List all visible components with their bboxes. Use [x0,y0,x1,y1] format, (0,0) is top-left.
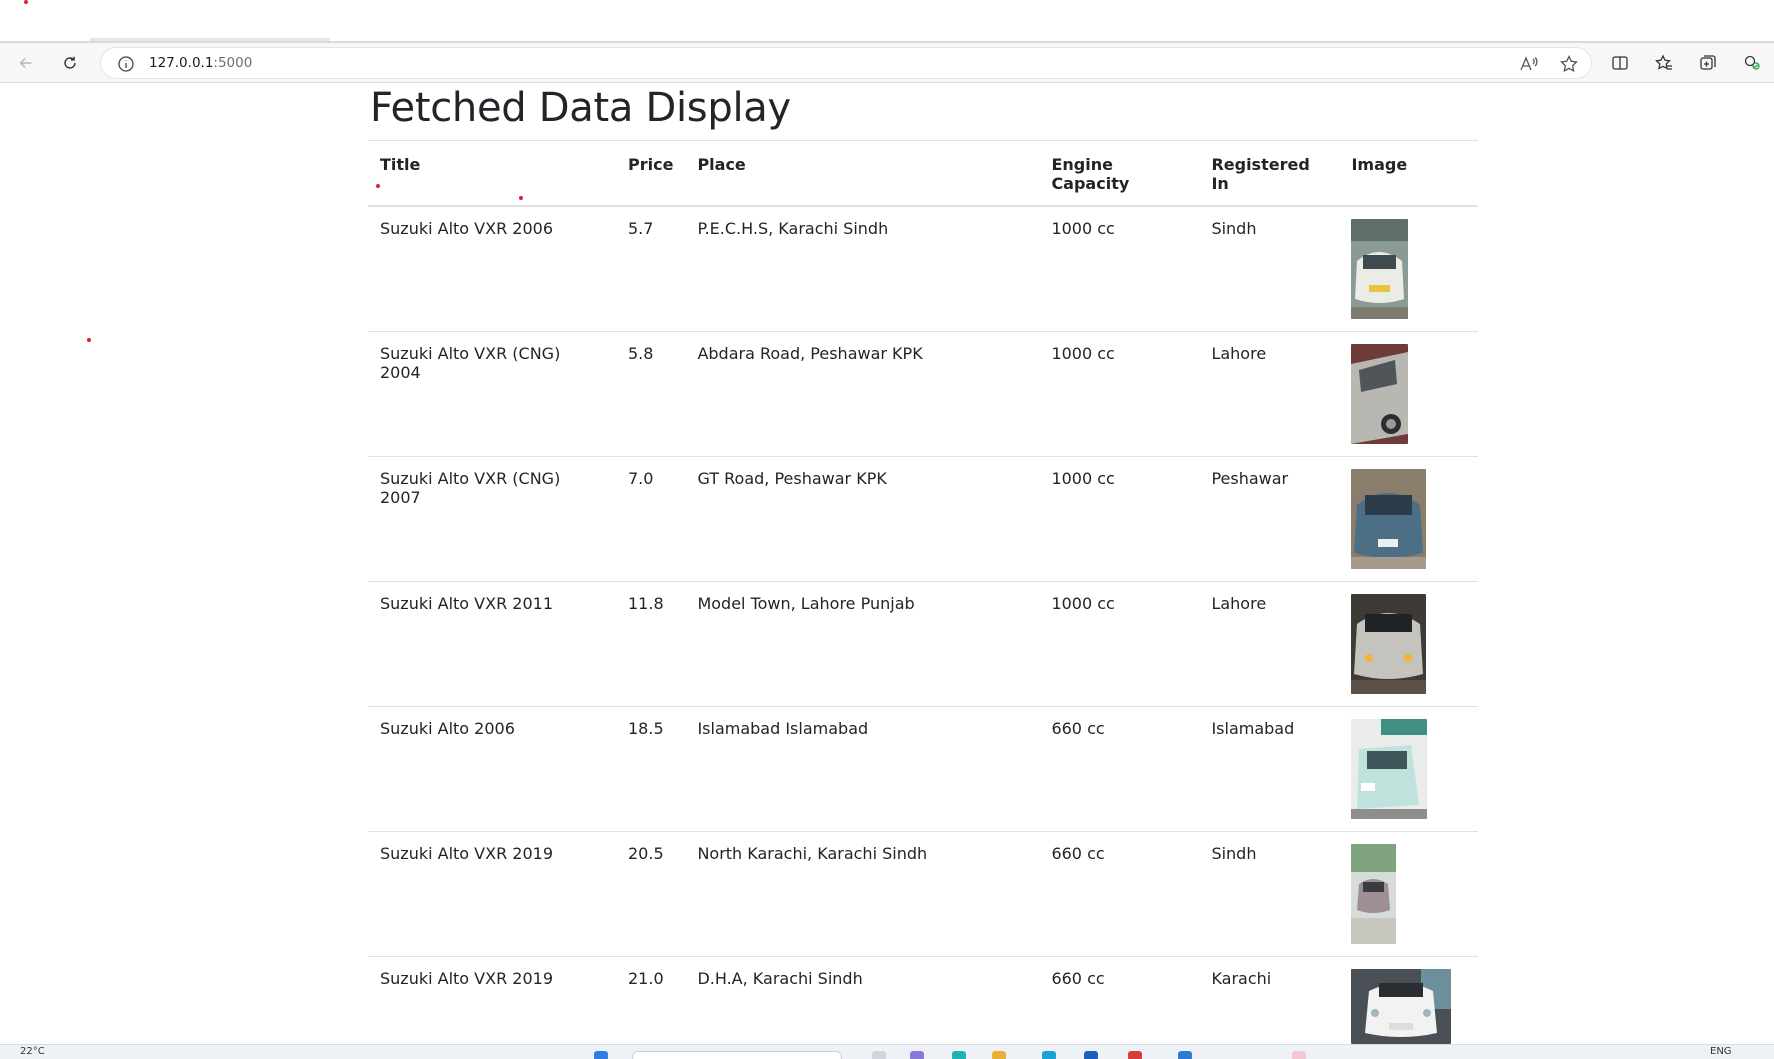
cell-image [1339,706,1478,832]
cell-price: 18.5 [616,706,686,832]
header-title: Title [368,140,616,207]
split-screen-icon[interactable] [1609,53,1631,73]
address-bar[interactable]: 127.0.0.1:5000 [100,47,1592,79]
cell-image [1339,206,1478,332]
page-title: Fetched Data Display [370,85,791,131]
car-photo [1351,468,1427,569]
car-photo [1351,968,1452,1044]
taskbar-app-icon[interactable] [910,1051,924,1059]
cell-engine-capacity: 1000 cc [1039,331,1200,457]
cell-title: Suzuki Alto VXR (CNG) 2007 [368,456,616,582]
header-price: Price [616,140,686,207]
vscode-icon[interactable] [1178,1051,1192,1059]
cell-price: 20.5 [616,831,686,957]
favorite-star-icon[interactable] [1559,54,1579,73]
cell-title: Suzuki Alto VXR 2011 [368,581,616,707]
cell-image [1339,831,1478,957]
cell-registered-in: Peshawar [1199,456,1340,582]
cell-title: Suzuki Alto 2006 [368,706,616,832]
taskbar-app-icon[interactable] [1084,1051,1098,1059]
cell-title: Suzuki Alto VXR 2019 [368,831,616,957]
cell-price: 5.8 [616,331,686,457]
cell-image [1339,456,1478,582]
table-row: Suzuki Alto VXR (CNG) 2007 7.0 GT Road, … [368,456,1478,582]
header-image: Image [1339,140,1478,207]
cell-engine-capacity: 1000 cc [1039,456,1200,582]
table-row: Suzuki Alto 2006 18.5 Islamabad Islamaba… [368,706,1478,832]
refresh-icon[interactable] [56,49,84,77]
browser-tab-strip [0,0,1774,43]
read-aloud-icon[interactable] [1519,55,1539,73]
cell-image [1339,581,1478,707]
taskbar-app-icon[interactable] [1292,1051,1306,1059]
os-taskbar: 22°C ENG [0,1044,1774,1059]
marker-dot [519,196,523,200]
table-header-row: Title Price Place Engine Capacity Regist… [368,140,1478,207]
cell-engine-capacity: 1000 cc [1039,581,1200,707]
cell-registered-in: Islamabad [1199,706,1340,832]
page-container: Fetched Data Display Title Price Place E… [368,84,1478,1059]
site-info-icon[interactable] [117,55,135,73]
cell-image [1339,331,1478,457]
language-indicator[interactable]: ENG [1710,1046,1732,1057]
extensions-icon[interactable] [1741,53,1763,73]
car-photo [1351,219,1409,319]
task-view-icon[interactable] [872,1051,886,1059]
cell-place: GT Road, Peshawar KPK [685,456,1040,582]
table-row: Suzuki Alto VXR (CNG) 2004 5.8 Abdara Ro… [368,331,1478,457]
cell-title: Suzuki Alto VXR 2006 [368,206,616,332]
cell-engine-capacity: 660 cc [1039,706,1200,832]
weather-widget[interactable]: 22°C [20,1046,45,1057]
marker-dot [87,338,91,342]
marker-dot [376,184,380,188]
cell-price: 11.8 [616,581,686,707]
cell-place: Islamabad Islamabad [685,706,1040,832]
url-text[interactable]: 127.0.0.1:5000 [149,55,252,71]
cell-place: North Karachi, Karachi Sindh [685,831,1040,957]
cell-price: 7.0 [616,456,686,582]
cell-registered-in: Lahore [1199,581,1340,707]
table-row: Suzuki Alto VXR 2006 5.7 P.E.C.H.S, Kara… [368,206,1478,332]
car-photo [1351,593,1427,694]
data-table: Title Price Place Engine Capacity Regist… [368,140,1478,1059]
cell-place: Abdara Road, Peshawar KPK [685,331,1040,457]
taskbar-app-icon[interactable] [1042,1051,1056,1059]
cell-place: P.E.C.H.S, Karachi Sindh [685,206,1040,332]
cell-registered-in: Sindh [1199,831,1340,957]
edge-icon[interactable] [952,1051,966,1059]
back-arrow-icon[interactable] [12,49,40,77]
collections-icon[interactable] [1697,53,1719,73]
cell-price: 5.7 [616,206,686,332]
car-photo [1351,843,1397,944]
cell-registered-in: Sindh [1199,206,1340,332]
cell-place: Model Town, Lahore Punjab [685,581,1040,707]
marker-dot [24,0,28,4]
taskbar-search[interactable] [632,1051,842,1059]
header-engine-capacity: Engine Capacity [1039,140,1200,207]
favorites-icon[interactable] [1653,53,1675,73]
file-explorer-icon[interactable] [992,1051,1006,1059]
header-place: Place [685,140,1040,207]
chrome-icon[interactable] [1128,1051,1142,1059]
start-icon[interactable] [594,1051,608,1059]
car-photo [1351,718,1428,819]
browser-toolbar: 127.0.0.1:5000 [0,43,1774,83]
table-row: Suzuki Alto VXR 2011 11.8 Model Town, La… [368,581,1478,707]
header-registered-in: Registered In [1199,140,1340,207]
cell-registered-in: Lahore [1199,331,1340,457]
car-photo [1351,343,1409,444]
cell-engine-capacity: 660 cc [1039,831,1200,957]
table-row: Suzuki Alto VXR 2019 20.5 North Karachi,… [368,831,1478,957]
cell-engine-capacity: 1000 cc [1039,206,1200,332]
cell-title: Suzuki Alto VXR (CNG) 2004 [368,331,616,457]
